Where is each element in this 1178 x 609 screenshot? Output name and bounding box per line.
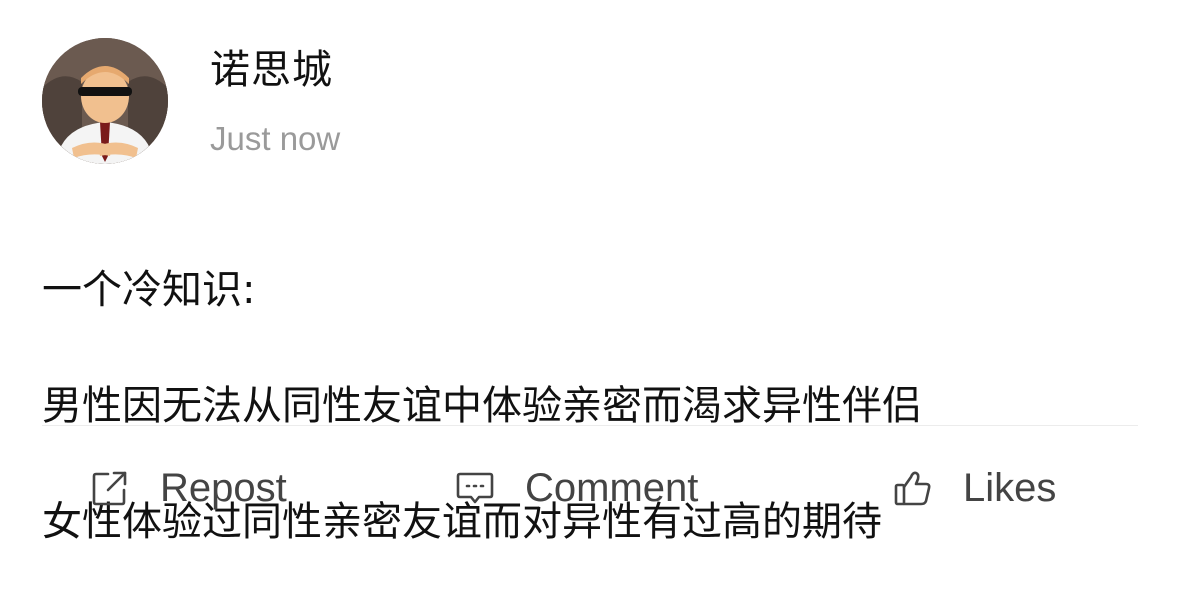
avatar-cartoon-man-image [42, 38, 168, 164]
action-bar: Repost Comment Likes [0, 458, 1178, 518]
comment-icon [456, 472, 494, 504]
divider [42, 425, 1138, 426]
repost-button[interactable]: Repost [90, 458, 287, 518]
author-name[interactable]: 诺思城 [210, 46, 340, 94]
comment-label: Comment [525, 465, 699, 510]
repost-label: Repost [160, 465, 287, 510]
comment-button[interactable]: Comment [455, 458, 698, 518]
post-content: 一个冷知识: 男性因无法从同性友谊中体验亲密而渴求异性伴侣 女性体验过同性亲密友… [42, 203, 1142, 609]
repost-icon [92, 471, 127, 506]
avatar[interactable] [42, 38, 168, 164]
likes-label: Likes [963, 465, 1057, 510]
post-timestamp: Just now [210, 120, 341, 157]
post-content-line: 男性因无法从同性友谊中体验亲密而渴求异性伴侣 [42, 383, 922, 429]
post-meta: 诺思城 Just now [210, 38, 340, 158]
post-content-line: 一个冷知识: [42, 267, 256, 313]
thumbs-up-icon [894, 471, 931, 506]
post-header: 诺思城 Just now [42, 38, 340, 164]
likes-button[interactable]: Likes [893, 458, 1056, 518]
